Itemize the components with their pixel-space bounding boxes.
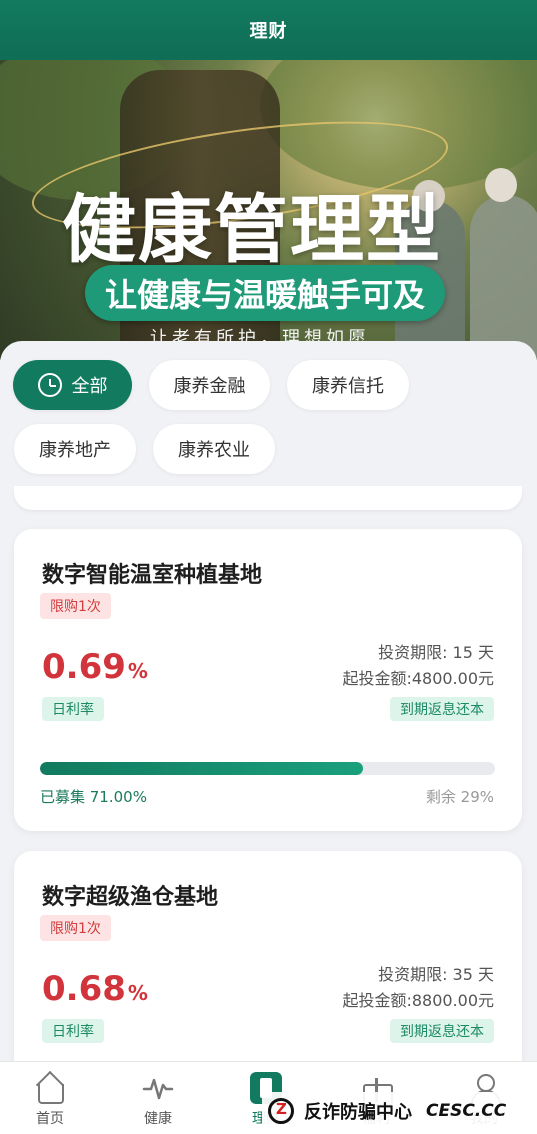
filter-chip-label: 康养地产 (39, 440, 111, 461)
clock-icon (37, 373, 62, 397)
rate-unit: % (127, 981, 148, 1005)
tab-health[interactable]: 健康 (118, 1072, 198, 1128)
promo-banner[interactable]: 健康管理型 让健康与温暖触手可及 让老有所护，理想如愿 (0, 60, 537, 360)
home-icon (34, 1072, 66, 1104)
filter-chip-label: 康养农业 (178, 440, 250, 461)
banner-person (470, 195, 537, 360)
investment-term: 投资期限: 35 天 (378, 965, 494, 984)
app-header: 理财 (0, 0, 537, 60)
product-card[interactable]: 数字超级渔仓基地 限购1次 0.68% 日利率 投资期限: 35 天 起投金额:… (14, 851, 522, 1061)
watermark-site: CESC.CC (426, 1101, 507, 1121)
banner-headline: 健康管理型 (62, 187, 442, 273)
watermark-logo-icon (268, 1098, 294, 1124)
rate-unit: % (127, 659, 148, 683)
previous-card-edge (14, 486, 522, 510)
banner-person-head (485, 168, 517, 202)
tab-home[interactable]: 首页 (10, 1072, 90, 1128)
purchase-limit-badge: 限购1次 (40, 915, 111, 941)
rate-value: 0.68 (42, 969, 126, 1009)
watermark-text: 反诈防骗中心 (304, 1102, 412, 1123)
filter-chip-all[interactable]: 全部 (13, 360, 132, 410)
product-panel: 全部 康养金融 康养信托 康养地产 康养农业 数字智能温室种植基地 限购1次 0… (0, 341, 537, 1061)
daily-rate: 0.69% (42, 647, 148, 687)
repayment-badge: 到期返息还本 (390, 697, 494, 721)
daily-rate: 0.68% (42, 969, 148, 1009)
filter-chip-realestate[interactable]: 康养地产 (14, 424, 136, 474)
filter-chip-finance[interactable]: 康养金融 (149, 360, 270, 410)
progress-fill (40, 762, 364, 775)
filter-chip-label: 全部 (71, 376, 108, 397)
tab-label: 健康 (144, 1111, 172, 1127)
filter-chip-agriculture[interactable]: 康养农业 (153, 424, 275, 474)
remaining-percentage: 剩余 29% (425, 788, 494, 806)
banner-slogan: 让健康与温暖触手可及 (85, 265, 446, 321)
investment-term: 投资期限: 15 天 (378, 643, 494, 662)
minimum-investment: 起投金额:8800.00元 (342, 991, 494, 1010)
rate-label: 日利率 (42, 697, 104, 721)
tab-label: 首页 (36, 1111, 64, 1127)
repayment-badge: 到期返息还本 (390, 1019, 494, 1043)
fundraising-progress-bar (40, 762, 495, 775)
product-name: 数字超级渔仓基地 (42, 885, 219, 910)
pulse-icon (142, 1072, 174, 1104)
filter-chip-label: 康养金融 (173, 376, 246, 397)
rate-value: 0.69 (42, 647, 126, 687)
rate-label: 日利率 (42, 1019, 104, 1043)
page-title: 理财 (249, 21, 288, 42)
minimum-investment: 起投金额:4800.00元 (342, 669, 494, 688)
filter-chip-trust[interactable]: 康养信托 (287, 360, 409, 410)
purchase-limit-badge: 限购1次 (40, 593, 111, 619)
filter-chip-label: 康养信托 (312, 376, 384, 397)
raised-percentage: 已募集 71.00% (40, 788, 147, 806)
watermark-overlay: 反诈防骗中心 CESC.CC (262, 1092, 515, 1130)
product-name: 数字智能温室种植基地 (42, 563, 263, 588)
product-card[interactable]: 数字智能温室种植基地 限购1次 0.69% 日利率 投资期限: 15 天 起投金… (14, 529, 522, 831)
